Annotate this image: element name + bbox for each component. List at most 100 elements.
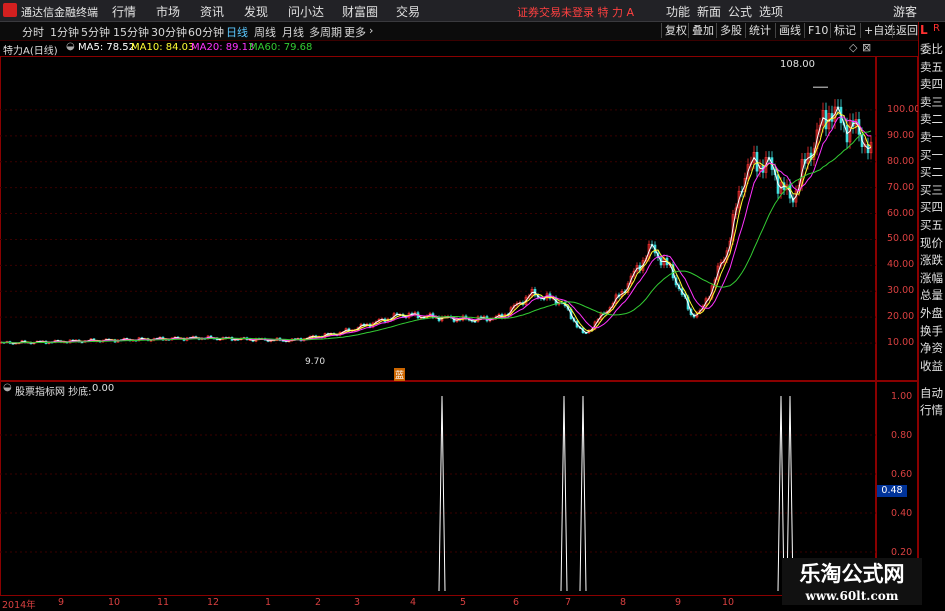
side-item[interactable]: 收益 xyxy=(918,358,945,374)
price-tick: 100.00 xyxy=(887,103,921,115)
indicator-current-value: 0.48 xyxy=(877,485,907,497)
price-tick: 90.00 xyxy=(887,129,915,141)
tab-daily[interactable]: 日线 xyxy=(226,24,248,40)
tab-5min[interactable]: 5分钟 xyxy=(81,24,110,40)
x-tick: 9 xyxy=(58,597,65,608)
tab-multi-period[interactable]: 多周期 xyxy=(309,24,342,40)
menu-new-page[interactable]: 新面 xyxy=(697,3,721,20)
app-logo-icon xyxy=(3,3,17,17)
menu-wealth[interactable]: 财富圈 xyxy=(342,3,378,20)
side-item[interactable]: 卖四 xyxy=(918,76,945,92)
period-toolbar: 分时 1分钟 5分钟 15分钟 30分钟 60分钟 日线 周线 月线 多周期 更… xyxy=(0,22,945,41)
x-tick: 7 xyxy=(565,597,572,608)
side-item[interactable]: 买五 xyxy=(918,217,945,233)
side-item[interactable]: 卖五 xyxy=(918,59,945,75)
tab-more[interactable]: 更多 xyxy=(344,24,366,40)
tab-1min[interactable]: 1分钟 xyxy=(50,24,79,40)
login-status[interactable]: 证券交易未登录 特 力 A xyxy=(517,4,634,20)
side-marker-l[interactable]: L xyxy=(920,23,928,37)
watermark-url: www.60lt.com xyxy=(782,589,922,605)
menu-market-quotes[interactable]: 行情 xyxy=(112,3,136,20)
tab-intraday[interactable]: 分时 xyxy=(22,24,44,40)
event-marker[interactable]: 蓝 xyxy=(394,368,406,381)
menu-market[interactable]: 市场 xyxy=(156,3,180,20)
side-quotes[interactable]: 行情 xyxy=(918,402,945,418)
ind-tick: 1.00 xyxy=(891,391,913,402)
guest-label[interactable]: 游客 xyxy=(893,3,917,20)
x-tick: 4 xyxy=(410,597,417,608)
side-item[interactable]: 净资 xyxy=(918,340,945,356)
side-item[interactable]: 涨跌 xyxy=(918,252,945,268)
side-item[interactable]: 涨幅 xyxy=(918,270,945,286)
side-item[interactable]: 总量 xyxy=(918,287,945,303)
ma20-line xyxy=(0,116,871,344)
ind-tick: 0.20 xyxy=(891,547,913,558)
price-chart[interactable] xyxy=(0,56,876,381)
back-button[interactable]: 返回 xyxy=(892,23,921,38)
ma60-line xyxy=(0,130,872,344)
side-item[interactable]: 卖三 xyxy=(918,94,945,110)
side-item[interactable]: 买三 xyxy=(918,182,945,198)
indicator-collapse-icon[interactable]: ◒ xyxy=(3,382,12,393)
tab-30min[interactable]: 30分钟 xyxy=(151,24,187,40)
side-auto[interactable]: 自动 xyxy=(918,385,945,401)
price-tick: 60.00 xyxy=(887,207,915,219)
menu-ask[interactable]: 问小达 xyxy=(288,3,324,20)
indicator-label: 股票指标网 抄底: xyxy=(15,387,92,398)
menu-functions[interactable]: 功能 xyxy=(666,3,690,20)
adjust-button[interactable]: 复权 xyxy=(661,23,690,38)
menu-bar: 通达信金融终端 行情 市场 资讯 发现 问小达 财富圈 交易 证券交易未登录 特… xyxy=(0,0,945,22)
x-tick: 6 xyxy=(513,597,520,608)
watermark-title: 乐淘公式网 xyxy=(782,558,922,590)
ma-info-line: 特力A(日线) ◒ MA5: 78.52 MA10: 84.03 MA20: 8… xyxy=(0,41,871,57)
statistics-button[interactable]: 统计 xyxy=(745,23,774,38)
overlay-button[interactable]: 叠加 xyxy=(688,23,717,38)
tab-15min[interactable]: 15分钟 xyxy=(113,24,149,40)
side-marker-r[interactable]: R xyxy=(933,23,940,34)
signal-spike xyxy=(438,395,446,592)
ma5-line xyxy=(0,105,872,345)
ma10-line xyxy=(0,111,872,344)
menu-news[interactable]: 资讯 xyxy=(200,3,224,20)
side-item[interactable]: 换手 xyxy=(918,323,945,339)
diamond-icon[interactable]: ◇ xyxy=(849,41,857,54)
x-tick: 9 xyxy=(675,597,682,608)
x-tick: 8 xyxy=(620,597,627,608)
x-tick: 3 xyxy=(354,597,361,608)
side-item[interactable]: 卖一 xyxy=(918,129,945,145)
tab-weekly[interactable]: 周线 xyxy=(254,24,276,40)
side-item[interactable]: 买二 xyxy=(918,164,945,180)
multi-stock-button[interactable]: 多股 xyxy=(716,23,745,38)
ind-tick: 0.40 xyxy=(891,508,913,519)
collapse-icon[interactable]: ◒ xyxy=(66,41,75,52)
price-tick: 80.00 xyxy=(887,155,915,167)
indicator-chart[interactable] xyxy=(0,381,876,596)
menu-trade[interactable]: 交易 xyxy=(396,3,420,20)
tab-60min[interactable]: 60分钟 xyxy=(188,24,224,40)
draw-line-button[interactable]: 画线 xyxy=(775,23,804,38)
menu-formula[interactable]: 公式 xyxy=(728,3,752,20)
signal-spike xyxy=(560,395,568,592)
side-item[interactable]: 委比 xyxy=(918,41,945,57)
x-tick: 2 xyxy=(315,597,322,608)
side-item[interactable]: 买四 xyxy=(918,199,945,215)
menu-discover[interactable]: 发现 xyxy=(244,3,268,20)
close-icon[interactable]: ⊠ xyxy=(862,41,871,54)
price-tick: 70.00 xyxy=(887,181,915,193)
tab-monthly[interactable]: 月线 xyxy=(282,24,304,40)
x-tick: 10 xyxy=(722,597,735,608)
f10-button[interactable]: F10 xyxy=(804,23,831,38)
menu-options[interactable]: 选项 xyxy=(759,3,783,20)
mark-button[interactable]: 标记 xyxy=(830,23,859,38)
side-item[interactable]: 买一 xyxy=(918,147,945,163)
ind-tick: 0.60 xyxy=(891,469,913,480)
indicator-value: 0.00 xyxy=(92,383,115,394)
ma60-value: MA60: 79.68 xyxy=(249,42,313,53)
price-tick: 10.00 xyxy=(887,337,915,349)
chevron-right-icon[interactable]: › xyxy=(369,24,373,37)
stock-name: 特力A(日线) xyxy=(3,46,58,57)
side-item[interactable]: 卖二 xyxy=(918,111,945,127)
side-item[interactable]: 外盘 xyxy=(918,305,945,321)
side-item[interactable]: 现价 xyxy=(918,235,945,251)
ma10-value: MA10: 84.03 xyxy=(131,42,195,53)
